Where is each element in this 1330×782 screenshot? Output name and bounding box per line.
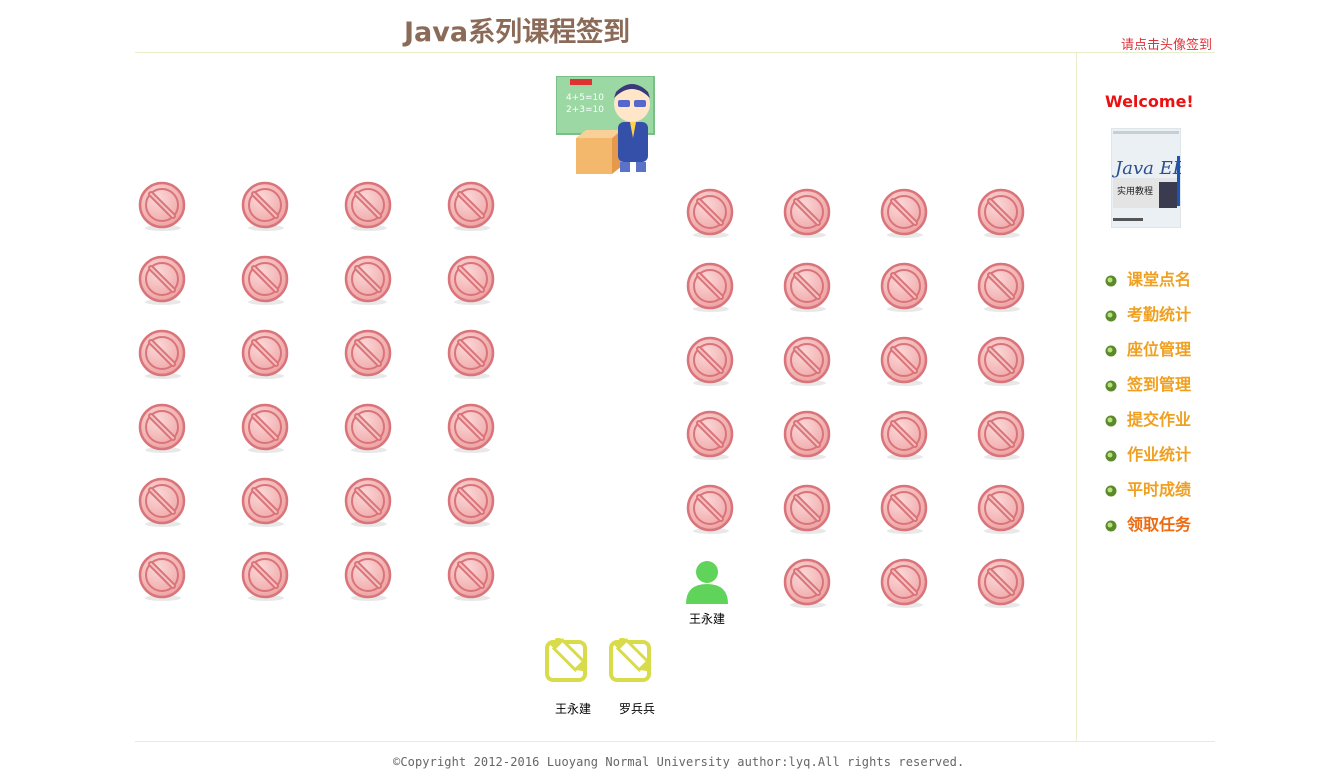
seat-unavailable-icon[interactable] xyxy=(879,484,931,536)
sidebar-menu-item[interactable]: 签到管理 xyxy=(1105,365,1191,400)
seat-unavailable-icon[interactable] xyxy=(240,329,292,381)
seat-unavailable-icon[interactable] xyxy=(685,262,737,314)
sidebar-menu-item[interactable]: 考勤统计 xyxy=(1105,295,1191,330)
sidebar-divider xyxy=(1076,53,1077,741)
seat-unavailable-icon[interactable] xyxy=(446,255,498,307)
seat-unavailable-icon[interactable] xyxy=(879,262,931,314)
sidebar-menu-label: 领取任务 xyxy=(1127,514,1192,534)
seat-unavailable-icon[interactable] xyxy=(446,551,498,603)
homework-student-name: 王永建 xyxy=(554,702,591,716)
bullet-icon xyxy=(1105,307,1117,321)
seat-unavailable-icon[interactable] xyxy=(343,551,395,603)
homework-item[interactable]: 王永建 xyxy=(545,635,605,718)
seat-unavailable-icon[interactable] xyxy=(782,188,834,240)
seat-unavailable-icon[interactable] xyxy=(879,336,931,388)
seat-present[interactable]: 王永建 xyxy=(685,558,745,628)
seat-unavailable-icon[interactable] xyxy=(240,255,292,307)
edit-icon xyxy=(545,635,601,688)
copyright-footer: ©Copyright 2012-2016 Luoyang Normal Univ… xyxy=(393,755,965,769)
sidebar-menu-label: 提交作业 xyxy=(1127,409,1192,429)
bullet-icon xyxy=(1105,377,1117,391)
sidebar-menu-label: 签到管理 xyxy=(1127,374,1192,394)
sidebar-menu: 课堂点名 考勤统计 座位管理 签到管理 提交作业 作业统计 平时成绩 领取任务 xyxy=(1105,260,1191,540)
seat-unavailable-icon[interactable] xyxy=(446,403,498,455)
seat-unavailable-icon[interactable] xyxy=(446,477,498,529)
person-icon xyxy=(686,561,728,604)
bullet-icon xyxy=(1105,272,1117,286)
seat-unavailable-icon[interactable] xyxy=(137,329,189,381)
seat-unavailable-icon[interactable] xyxy=(446,329,498,381)
seat-unavailable-icon[interactable] xyxy=(446,181,498,233)
bullet-icon xyxy=(1105,412,1117,426)
student-name: 王永建 xyxy=(688,612,725,626)
seat-unavailable-icon[interactable] xyxy=(879,188,931,240)
welcome-text: Welcome! xyxy=(1105,92,1194,111)
seat-unavailable-icon[interactable] xyxy=(137,255,189,307)
homework-student-name: 罗兵兵 xyxy=(618,702,655,716)
seat-unavailable-icon[interactable] xyxy=(240,181,292,233)
seat-unavailable-icon[interactable] xyxy=(137,551,189,603)
seat-unavailable-icon[interactable] xyxy=(879,558,931,610)
seat-unavailable-icon[interactable] xyxy=(782,410,834,462)
sidebar-menu-label: 课堂点名 xyxy=(1127,269,1192,289)
seat-unavailable-icon[interactable] xyxy=(685,336,737,388)
seat-unavailable-icon[interactable] xyxy=(137,181,189,233)
footer-divider xyxy=(135,741,1215,742)
sign-in-hint: 请点击头像签到 xyxy=(1121,38,1213,53)
seat-unavailable-icon[interactable] xyxy=(976,336,1028,388)
page-title: Java系列课程签到 xyxy=(404,17,631,48)
teacher-illustration: 4+5=10 2+3=10 xyxy=(555,75,656,176)
seat-unavailable-icon[interactable] xyxy=(782,336,834,388)
edit-icon xyxy=(609,635,665,688)
seat-unavailable-icon[interactable] xyxy=(343,329,395,381)
sidebar-menu-item[interactable]: 课堂点名 xyxy=(1105,260,1191,295)
seat-unavailable-icon[interactable] xyxy=(343,477,395,529)
seat-unavailable-icon[interactable] xyxy=(782,484,834,536)
seat-unavailable-icon[interactable] xyxy=(782,558,834,610)
sidebar-menu-label: 平时成绩 xyxy=(1127,479,1192,499)
seat-unavailable-icon[interactable] xyxy=(976,484,1028,536)
seat-unavailable-icon[interactable] xyxy=(240,403,292,455)
homework-item[interactable]: 罗兵兵 xyxy=(609,635,669,718)
seat-unavailable-icon[interactable] xyxy=(976,410,1028,462)
sidebar-menu-label: 作业统计 xyxy=(1127,444,1192,464)
seat-unavailable-icon[interactable] xyxy=(343,403,395,455)
header-divider xyxy=(135,52,1215,53)
seat-unavailable-icon[interactable] xyxy=(343,181,395,233)
seat-unavailable-icon[interactable] xyxy=(782,262,834,314)
seat-unavailable-icon[interactable] xyxy=(137,403,189,455)
sidebar-menu-item[interactable]: 作业统计 xyxy=(1105,435,1191,470)
bullet-icon xyxy=(1105,447,1117,461)
bullet-icon xyxy=(1105,482,1117,496)
svg-text:4+5=10: 4+5=10 xyxy=(566,93,604,103)
sidebar-menu-item[interactable]: 平时成绩 xyxy=(1105,470,1191,505)
bullet-icon xyxy=(1105,342,1117,356)
svg-text:Java EE: Java EE xyxy=(1111,158,1181,179)
sidebar-menu-item[interactable]: 座位管理 xyxy=(1105,330,1191,365)
seat-unavailable-icon[interactable] xyxy=(879,410,931,462)
sidebar-menu-item[interactable]: 领取任务 xyxy=(1105,505,1191,540)
seat-unavailable-icon[interactable] xyxy=(685,410,737,462)
sidebar-menu-item[interactable]: 提交作业 xyxy=(1105,400,1191,435)
seat-unavailable-icon[interactable] xyxy=(976,558,1028,610)
seat-unavailable-icon[interactable] xyxy=(137,477,189,529)
sidebar-menu-label: 考勤统计 xyxy=(1127,304,1192,324)
book-cover-image: Java EE 实用教程 xyxy=(1110,127,1186,229)
seat-unavailable-icon[interactable] xyxy=(685,188,737,240)
svg-text:2+3=10: 2+3=10 xyxy=(566,105,604,115)
svg-text:实用教程: 实用教程 xyxy=(1117,185,1153,197)
seat-unavailable-icon[interactable] xyxy=(976,262,1028,314)
seat-unavailable-icon[interactable] xyxy=(685,484,737,536)
seat-unavailable-icon[interactable] xyxy=(343,255,395,307)
bullet-icon xyxy=(1105,517,1117,531)
seat-unavailable-icon[interactable] xyxy=(240,477,292,529)
seat-unavailable-icon[interactable] xyxy=(976,188,1028,240)
seat-unavailable-icon[interactable] xyxy=(240,551,292,603)
sidebar-menu-label: 座位管理 xyxy=(1127,339,1192,359)
